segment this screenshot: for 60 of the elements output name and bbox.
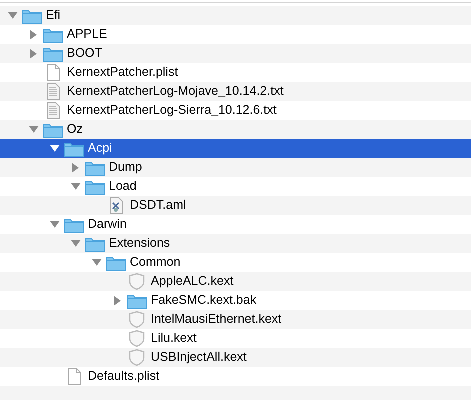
folder-icon [85, 236, 105, 252]
item-name: IntelMausiEthernet.kext [151, 311, 282, 328]
collapse-triangle-icon[interactable] [8, 11, 18, 20]
folder-icon [43, 46, 63, 62]
tree-row[interactable]: Efi [0, 6, 471, 25]
tree-row[interactable]: Acpi [0, 139, 471, 158]
folder-icon [85, 178, 105, 194]
text-file-icon [46, 102, 60, 120]
folder-icon [64, 216, 84, 232]
item-name: USBInjectAll.kext [151, 349, 247, 366]
tree-row[interactable]: Extensions [0, 234, 471, 253]
tree-row[interactable]: IntelMausiEthernet.kext [0, 310, 471, 329]
expand-triangle-icon[interactable] [113, 296, 122, 306]
folder-icon [22, 8, 42, 24]
document-icon [66, 368, 82, 386]
item-name: DSDT.aml [130, 197, 186, 214]
item-name: FakeSMC.kext.bak [151, 292, 257, 310]
item-name: Darwin [88, 216, 127, 234]
folder-icon [64, 140, 84, 156]
tree-row[interactable]: Dump [0, 158, 471, 177]
document-icon [46, 64, 60, 82]
item-name: BOOT [67, 45, 102, 62]
folder-icon [43, 122, 63, 138]
item-name: KernextPatcher.plist [67, 64, 178, 82]
shield-icon [129, 330, 145, 348]
item-name: Defaults.plist [88, 368, 160, 386]
item-name: Load [109, 178, 137, 196]
item-name: APPLE [67, 26, 108, 44]
item-name: Oz [67, 121, 83, 138]
expand-triangle-icon[interactable] [71, 162, 80, 172]
item-name: KernextPatcherLog-Sierra_10.12.6.txt [67, 102, 277, 120]
tree-row[interactable]: USBInjectAll.kext [0, 348, 471, 367]
shield-icon [129, 348, 145, 366]
folder-icon [43, 26, 63, 42]
tree-row[interactable]: DSDT.aml [0, 196, 471, 215]
folder-icon [127, 292, 147, 308]
item-name: AppleALC.kext [151, 273, 234, 290]
tree-row[interactable]: BOOT [0, 44, 471, 63]
expand-triangle-icon[interactable] [29, 30, 38, 40]
folder-icon [106, 254, 126, 270]
item-name: KernextPatcherLog-Mojave_10.14.2.txt [67, 83, 284, 100]
collapse-triangle-icon[interactable] [50, 220, 60, 229]
collapse-triangle-icon[interactable] [70, 239, 80, 248]
expand-triangle-icon[interactable] [29, 48, 38, 58]
collapse-triangle-icon[interactable] [28, 125, 38, 134]
item-name: Common [130, 254, 181, 272]
collapse-triangle-icon[interactable] [50, 144, 60, 153]
item-name: Dump [109, 159, 142, 176]
shield-icon [129, 310, 145, 328]
item-name: Extensions [109, 235, 170, 252]
collapse-triangle-icon[interactable] [70, 182, 80, 191]
tree-row[interactable]: AppleALC.kext [0, 272, 471, 291]
text-file-icon [46, 82, 60, 100]
shield-icon [129, 272, 145, 290]
item-name: Efi [46, 7, 61, 24]
item-name: Acpi [88, 140, 112, 158]
collapse-triangle-icon[interactable] [92, 258, 102, 267]
item-name: Lilu.kext [151, 330, 197, 348]
folder-icon [85, 160, 105, 176]
script-file-icon [108, 196, 124, 214]
